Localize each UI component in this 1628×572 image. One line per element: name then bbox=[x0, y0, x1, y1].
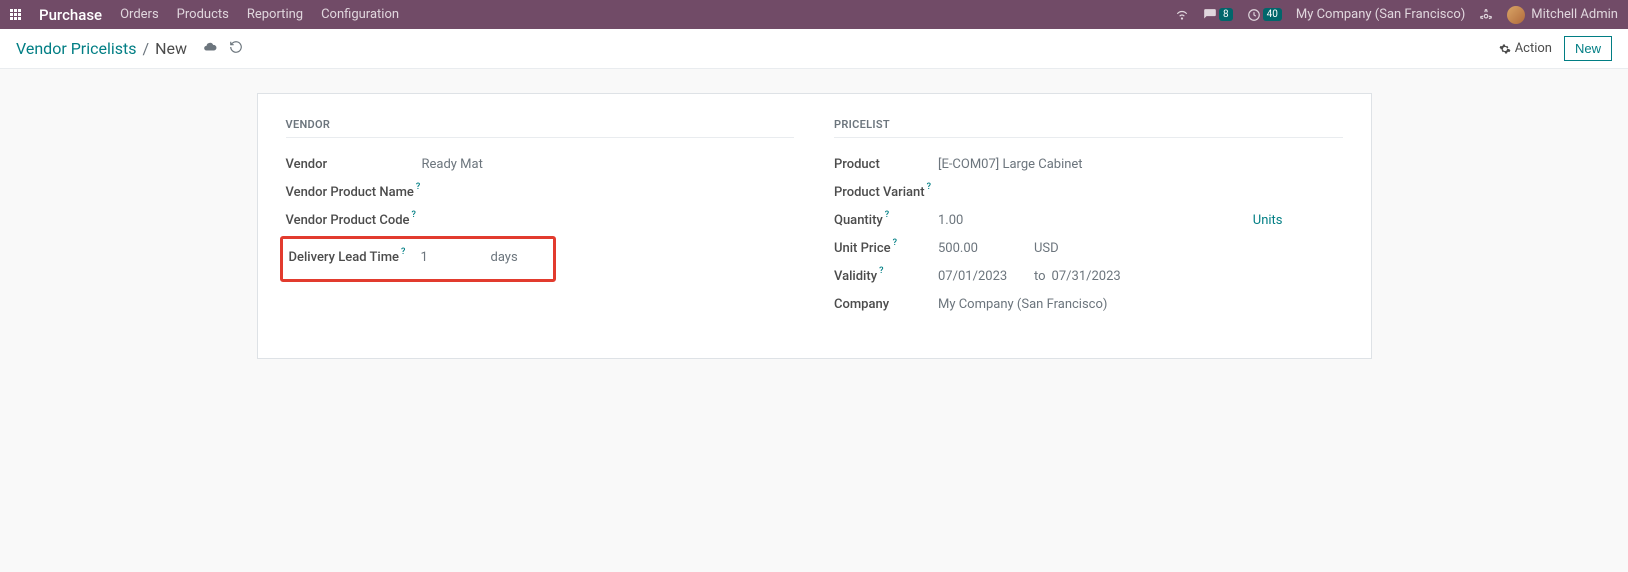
field-company: Company My Company (San Francisco) bbox=[834, 290, 1343, 318]
breadcrumb-root[interactable]: Vendor Pricelists bbox=[16, 39, 137, 58]
value-company[interactable]: My Company (San Francisco) bbox=[938, 297, 1107, 312]
app-name[interactable]: Purchase bbox=[39, 6, 102, 24]
help-icon[interactable]: ? bbox=[412, 210, 416, 220]
delivery-lead-time-highlight: Delivery Lead Time? 1 days bbox=[280, 236, 556, 282]
breadcrumb-separator: / bbox=[143, 39, 150, 58]
avatar bbox=[1507, 6, 1525, 24]
user-menu[interactable]: Mitchell Admin bbox=[1507, 6, 1618, 24]
vendor-section-title: VENDOR bbox=[286, 118, 795, 138]
field-product: Product [E-COM07] Large Cabinet bbox=[834, 150, 1343, 178]
label-company: Company bbox=[834, 297, 938, 312]
vendor-column: VENDOR Vendor Ready Mat Vendor Product N… bbox=[286, 118, 795, 318]
user-name-label: Mitchell Admin bbox=[1531, 7, 1618, 22]
gear-icon bbox=[1499, 43, 1511, 55]
menu-products[interactable]: Products bbox=[177, 7, 229, 22]
field-product-variant: Product Variant? bbox=[834, 178, 1343, 206]
value-validity-to[interactable]: 07/31/2023 bbox=[1052, 269, 1121, 284]
value-validity-from[interactable]: 07/01/2023 bbox=[938, 269, 1034, 284]
wifi-icon[interactable] bbox=[1175, 8, 1189, 22]
menu-reporting[interactable]: Reporting bbox=[247, 7, 303, 22]
unit-price-currency[interactable]: USD bbox=[1034, 241, 1059, 256]
activities-icon[interactable]: 40 bbox=[1247, 8, 1282, 22]
action-menu-label: Action bbox=[1515, 41, 1552, 56]
field-quantity: Quantity? 1.00 Units bbox=[834, 206, 1343, 234]
label-product-variant: Product Variant? bbox=[834, 185, 938, 200]
activities-badge: 40 bbox=[1263, 8, 1282, 21]
pricelist-section-title: PRICELIST bbox=[834, 118, 1343, 138]
messages-icon[interactable]: 8 bbox=[1203, 8, 1233, 22]
label-delivery-lead-time: Delivery Lead Time? bbox=[289, 250, 421, 265]
field-vendor: Vendor Ready Mat bbox=[286, 150, 795, 178]
top-navbar: Purchase Orders Products Reporting Confi… bbox=[0, 0, 1628, 29]
label-vendor-product-name: Vendor Product Name? bbox=[286, 185, 422, 200]
value-quantity[interactable]: 1.00 bbox=[938, 213, 1148, 228]
form-sheet: VENDOR Vendor Ready Mat Vendor Product N… bbox=[257, 93, 1372, 359]
save-cloud-icon[interactable] bbox=[203, 39, 217, 58]
label-quantity: Quantity? bbox=[834, 213, 938, 228]
company-switcher[interactable]: My Company (San Francisco) bbox=[1296, 7, 1465, 22]
validity-separator: to bbox=[1034, 269, 1046, 284]
label-unit-price: Unit Price? bbox=[834, 241, 938, 256]
field-unit-price: Unit Price? 500.00 USD bbox=[834, 234, 1343, 262]
actionbar-right: Action New bbox=[1499, 36, 1612, 61]
value-unit-price[interactable]: 500.00 bbox=[938, 241, 1034, 256]
help-icon[interactable]: ? bbox=[885, 210, 889, 220]
new-button[interactable]: New bbox=[1564, 36, 1612, 61]
field-vendor-product-code: Vendor Product Code? bbox=[286, 206, 795, 234]
help-icon[interactable]: ? bbox=[416, 182, 420, 192]
help-icon[interactable]: ? bbox=[401, 247, 405, 257]
action-bar: Vendor Pricelists / New Action New bbox=[0, 29, 1628, 69]
field-delivery-lead-time: Delivery Lead Time? 1 days bbox=[289, 243, 547, 271]
menu-orders[interactable]: Orders bbox=[120, 7, 159, 22]
label-vendor-product-code: Vendor Product Code? bbox=[286, 213, 422, 228]
delivery-lead-time-unit: days bbox=[491, 250, 518, 265]
discard-undo-icon[interactable] bbox=[229, 39, 243, 58]
breadcrumb: Vendor Pricelists / New bbox=[16, 39, 243, 58]
label-vendor: Vendor bbox=[286, 157, 422, 172]
quantity-uom[interactable]: Units bbox=[1253, 213, 1343, 228]
field-validity: Validity? 07/01/2023 to 07/31/2023 bbox=[834, 262, 1343, 290]
menu-configuration[interactable]: Configuration bbox=[321, 7, 399, 22]
topbar-right: 8 40 My Company (San Francisco) Mitchell… bbox=[1175, 6, 1618, 24]
pricelist-column: PRICELIST Product [E-COM07] Large Cabine… bbox=[834, 118, 1343, 318]
apps-icon[interactable] bbox=[10, 9, 21, 20]
topbar-left: Purchase Orders Products Reporting Confi… bbox=[10, 6, 399, 24]
debug-icon[interactable] bbox=[1479, 8, 1493, 22]
help-icon[interactable]: ? bbox=[927, 182, 931, 192]
value-delivery-lead-time[interactable]: 1 bbox=[421, 250, 491, 265]
value-vendor[interactable]: Ready Mat bbox=[422, 157, 483, 172]
label-validity: Validity? bbox=[834, 269, 938, 284]
action-menu[interactable]: Action bbox=[1499, 41, 1552, 56]
help-icon[interactable]: ? bbox=[893, 238, 897, 248]
help-icon[interactable]: ? bbox=[879, 266, 883, 276]
label-product: Product bbox=[834, 157, 938, 172]
value-product[interactable]: [E-COM07] Large Cabinet bbox=[938, 157, 1083, 172]
field-vendor-product-name: Vendor Product Name? bbox=[286, 178, 795, 206]
messages-badge: 8 bbox=[1219, 8, 1233, 21]
sheet-container: VENDOR Vendor Ready Mat Vendor Product N… bbox=[0, 69, 1628, 383]
breadcrumb-current: New bbox=[155, 39, 187, 58]
